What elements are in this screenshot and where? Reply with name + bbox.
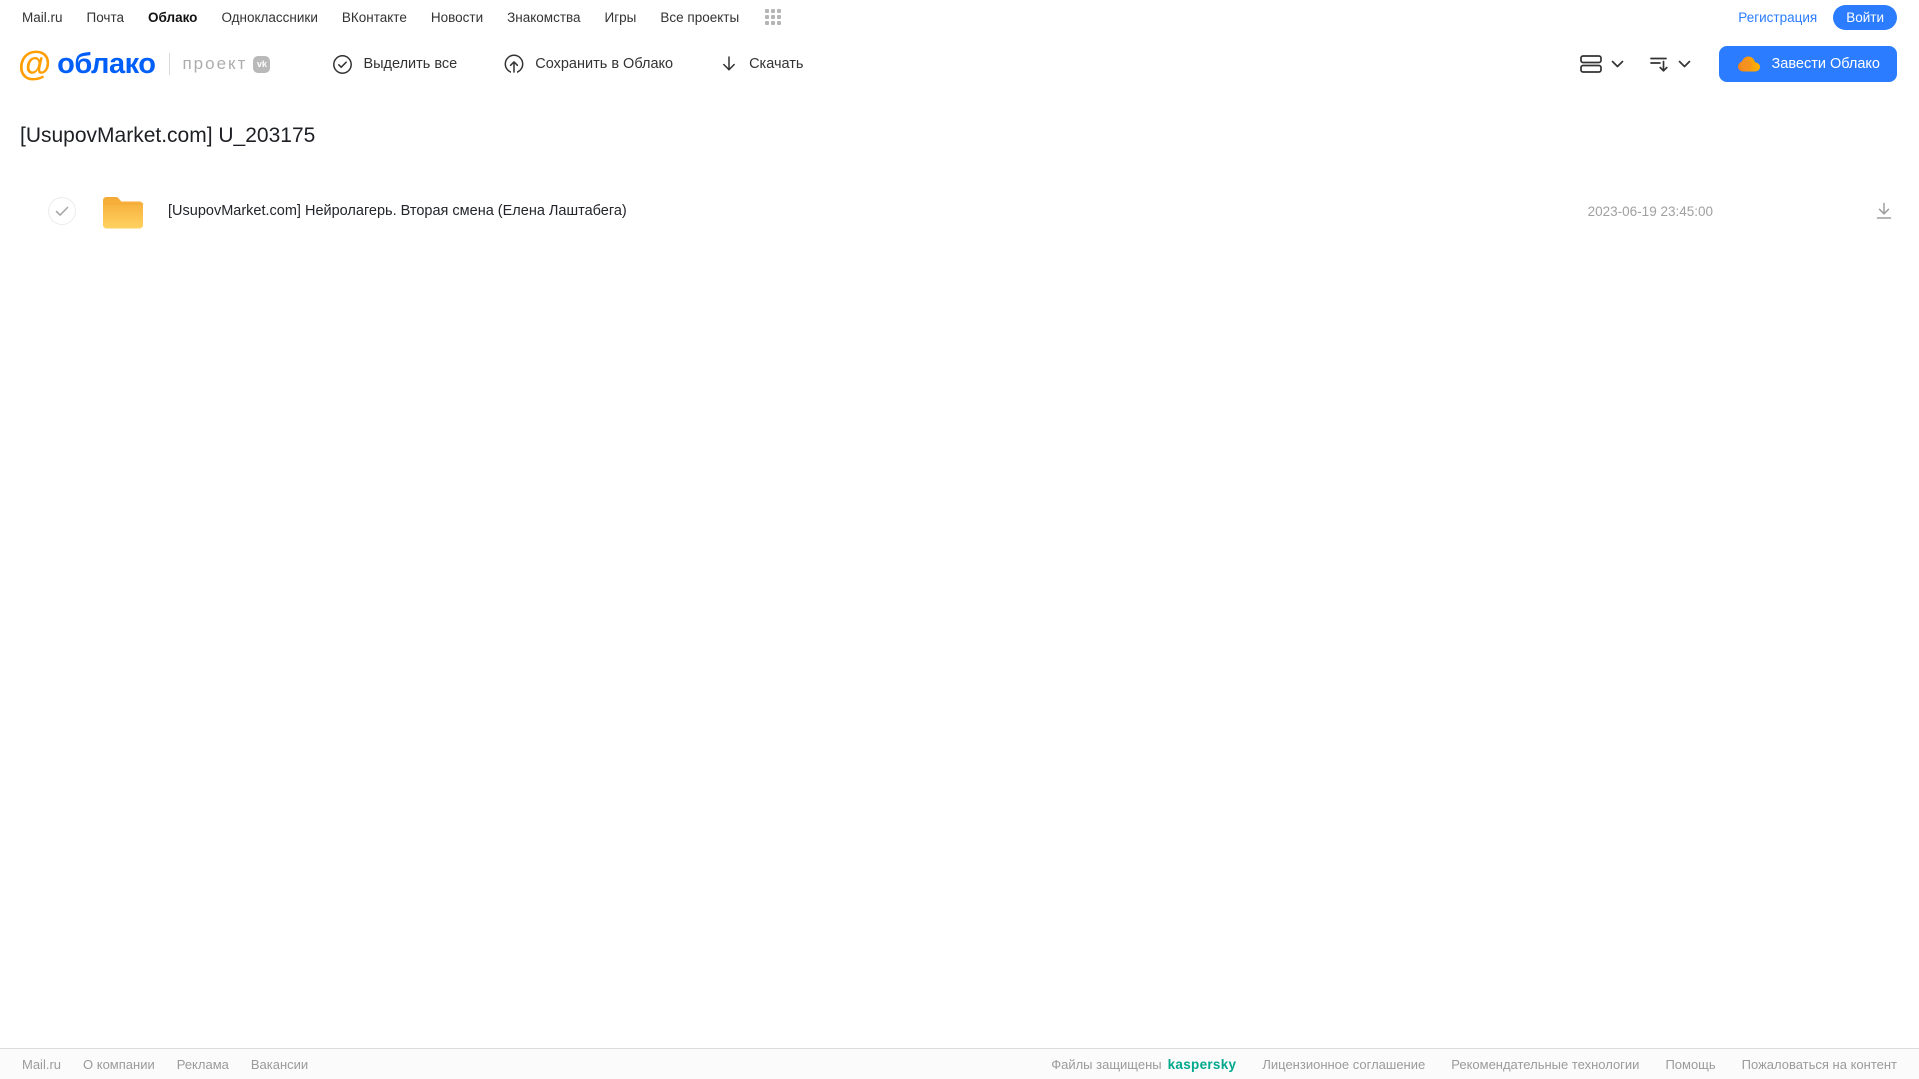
kaspersky-logo[interactable]: kaspersky bbox=[1168, 1057, 1237, 1072]
footer-link-license[interactable]: Лицензионное соглашение bbox=[1262, 1057, 1425, 1072]
download-label: Скачать bbox=[749, 56, 804, 72]
sort-dropdown[interactable] bbox=[1648, 53, 1691, 75]
get-cloud-label: Завести Облако bbox=[1771, 56, 1880, 72]
save-to-cloud-label: Сохранить в Облако bbox=[535, 56, 674, 72]
footer-link-vacancies[interactable]: Вакансии bbox=[251, 1057, 308, 1072]
cloud-upload-icon bbox=[503, 53, 525, 75]
registration-link[interactable]: Регистрация bbox=[1738, 10, 1817, 25]
footer-left-links: Mail.ru О компании Реклама Вакансии bbox=[22, 1057, 308, 1072]
footer-link-help[interactable]: Помощь bbox=[1665, 1057, 1715, 1072]
logo-wordmark: облако bbox=[57, 47, 156, 80]
main-content: [UsupovMarket.com] U_203175 [UsupovMarke… bbox=[0, 94, 1919, 236]
portal-topbar: Mail.ru Почта Облако Одноклассники ВКонт… bbox=[0, 0, 1919, 34]
topbar-link-oblako[interactable]: Облако bbox=[148, 10, 197, 25]
chevron-down-icon bbox=[1678, 60, 1691, 68]
get-cloud-button[interactable]: Завести Облако bbox=[1718, 46, 1897, 82]
cloud-logo-icon bbox=[1736, 54, 1762, 74]
file-name[interactable]: [UsupovMarket.com] Нейролагерь. Вторая с… bbox=[168, 203, 627, 219]
kaspersky-protection: Файлы защищены kaspersky bbox=[1051, 1057, 1236, 1072]
mailru-at-icon: @ bbox=[18, 45, 52, 83]
topbar-link-vse-proekty[interactable]: Все проекты bbox=[660, 10, 739, 25]
list-view-icon bbox=[1579, 53, 1603, 75]
topbar-link-znakomstva[interactable]: Знакомства bbox=[507, 10, 580, 25]
footer-link-company[interactable]: О компании bbox=[83, 1057, 155, 1072]
topbar-link-pochta[interactable]: Почта bbox=[87, 10, 125, 25]
apps-grid-icon[interactable] bbox=[765, 9, 782, 25]
file-date: 2023-06-19 23:45:00 bbox=[1587, 203, 1713, 219]
vk-logo-icon: vk bbox=[253, 55, 271, 73]
check-circle-icon bbox=[332, 54, 353, 75]
page-title: [UsupovMarket.com] U_203175 bbox=[20, 124, 316, 147]
project-vk-label: проект vk bbox=[169, 53, 271, 75]
select-all-button[interactable]: Выделить все bbox=[332, 54, 457, 75]
topbar-link-igry[interactable]: Игры bbox=[605, 10, 637, 25]
download-arrow-icon bbox=[719, 54, 739, 74]
topbar-link-mailru[interactable]: Mail.ru bbox=[22, 10, 63, 25]
footer-link-report[interactable]: Пожаловаться на контент bbox=[1742, 1057, 1897, 1072]
action-toolbar: Выделить все Сохранить в Облако Скачать bbox=[332, 53, 803, 75]
portal-nav: Mail.ru Почта Облако Одноклассники ВКонт… bbox=[22, 9, 782, 25]
protected-label: Файлы защищены bbox=[1051, 1056, 1162, 1072]
row-checkbox[interactable] bbox=[48, 197, 76, 225]
cloud-logo[interactable]: @ облако bbox=[18, 45, 156, 83]
chevron-down-icon bbox=[1611, 60, 1624, 68]
topbar-link-novosti[interactable]: Новости bbox=[431, 10, 483, 25]
file-row[interactable]: [UsupovMarket.com] Нейролагерь. Вторая с… bbox=[20, 186, 1919, 236]
project-text: проект bbox=[182, 54, 248, 73]
footer-right-links: Файлы защищены kaspersky Лицензионное со… bbox=[1051, 1057, 1897, 1072]
folder-icon bbox=[100, 192, 146, 230]
footer-link-mailru[interactable]: Mail.ru bbox=[22, 1057, 61, 1072]
topbar-link-vkontakte[interactable]: ВКонтакте bbox=[342, 10, 407, 25]
cloud-header: @ облако проект vk Выделить все Сохранит… bbox=[0, 34, 1919, 94]
save-to-cloud-button[interactable]: Сохранить в Облако bbox=[503, 53, 673, 75]
view-mode-dropdown[interactable] bbox=[1579, 53, 1624, 75]
divider bbox=[169, 53, 171, 75]
select-all-label: Выделить все bbox=[363, 56, 458, 72]
row-download-icon[interactable] bbox=[1873, 200, 1895, 222]
footer-link-ads[interactable]: Реклама bbox=[177, 1057, 229, 1072]
topbar-link-odnoklassniki[interactable]: Одноклассники bbox=[221, 10, 317, 25]
header-right-controls: Завести Облако bbox=[1579, 46, 1897, 82]
file-list: [UsupovMarket.com] Нейролагерь. Вторая с… bbox=[20, 186, 1919, 236]
topbar-right: Регистрация Войти bbox=[1738, 4, 1897, 30]
sort-icon bbox=[1648, 53, 1670, 75]
footer-link-recommendations[interactable]: Рекомендательные технологии bbox=[1451, 1057, 1639, 1072]
download-button[interactable]: Скачать bbox=[719, 54, 803, 74]
footer: Mail.ru О компании Реклама Вакансии Файл… bbox=[0, 1048, 1919, 1079]
login-button[interactable]: Войти bbox=[1833, 4, 1897, 30]
